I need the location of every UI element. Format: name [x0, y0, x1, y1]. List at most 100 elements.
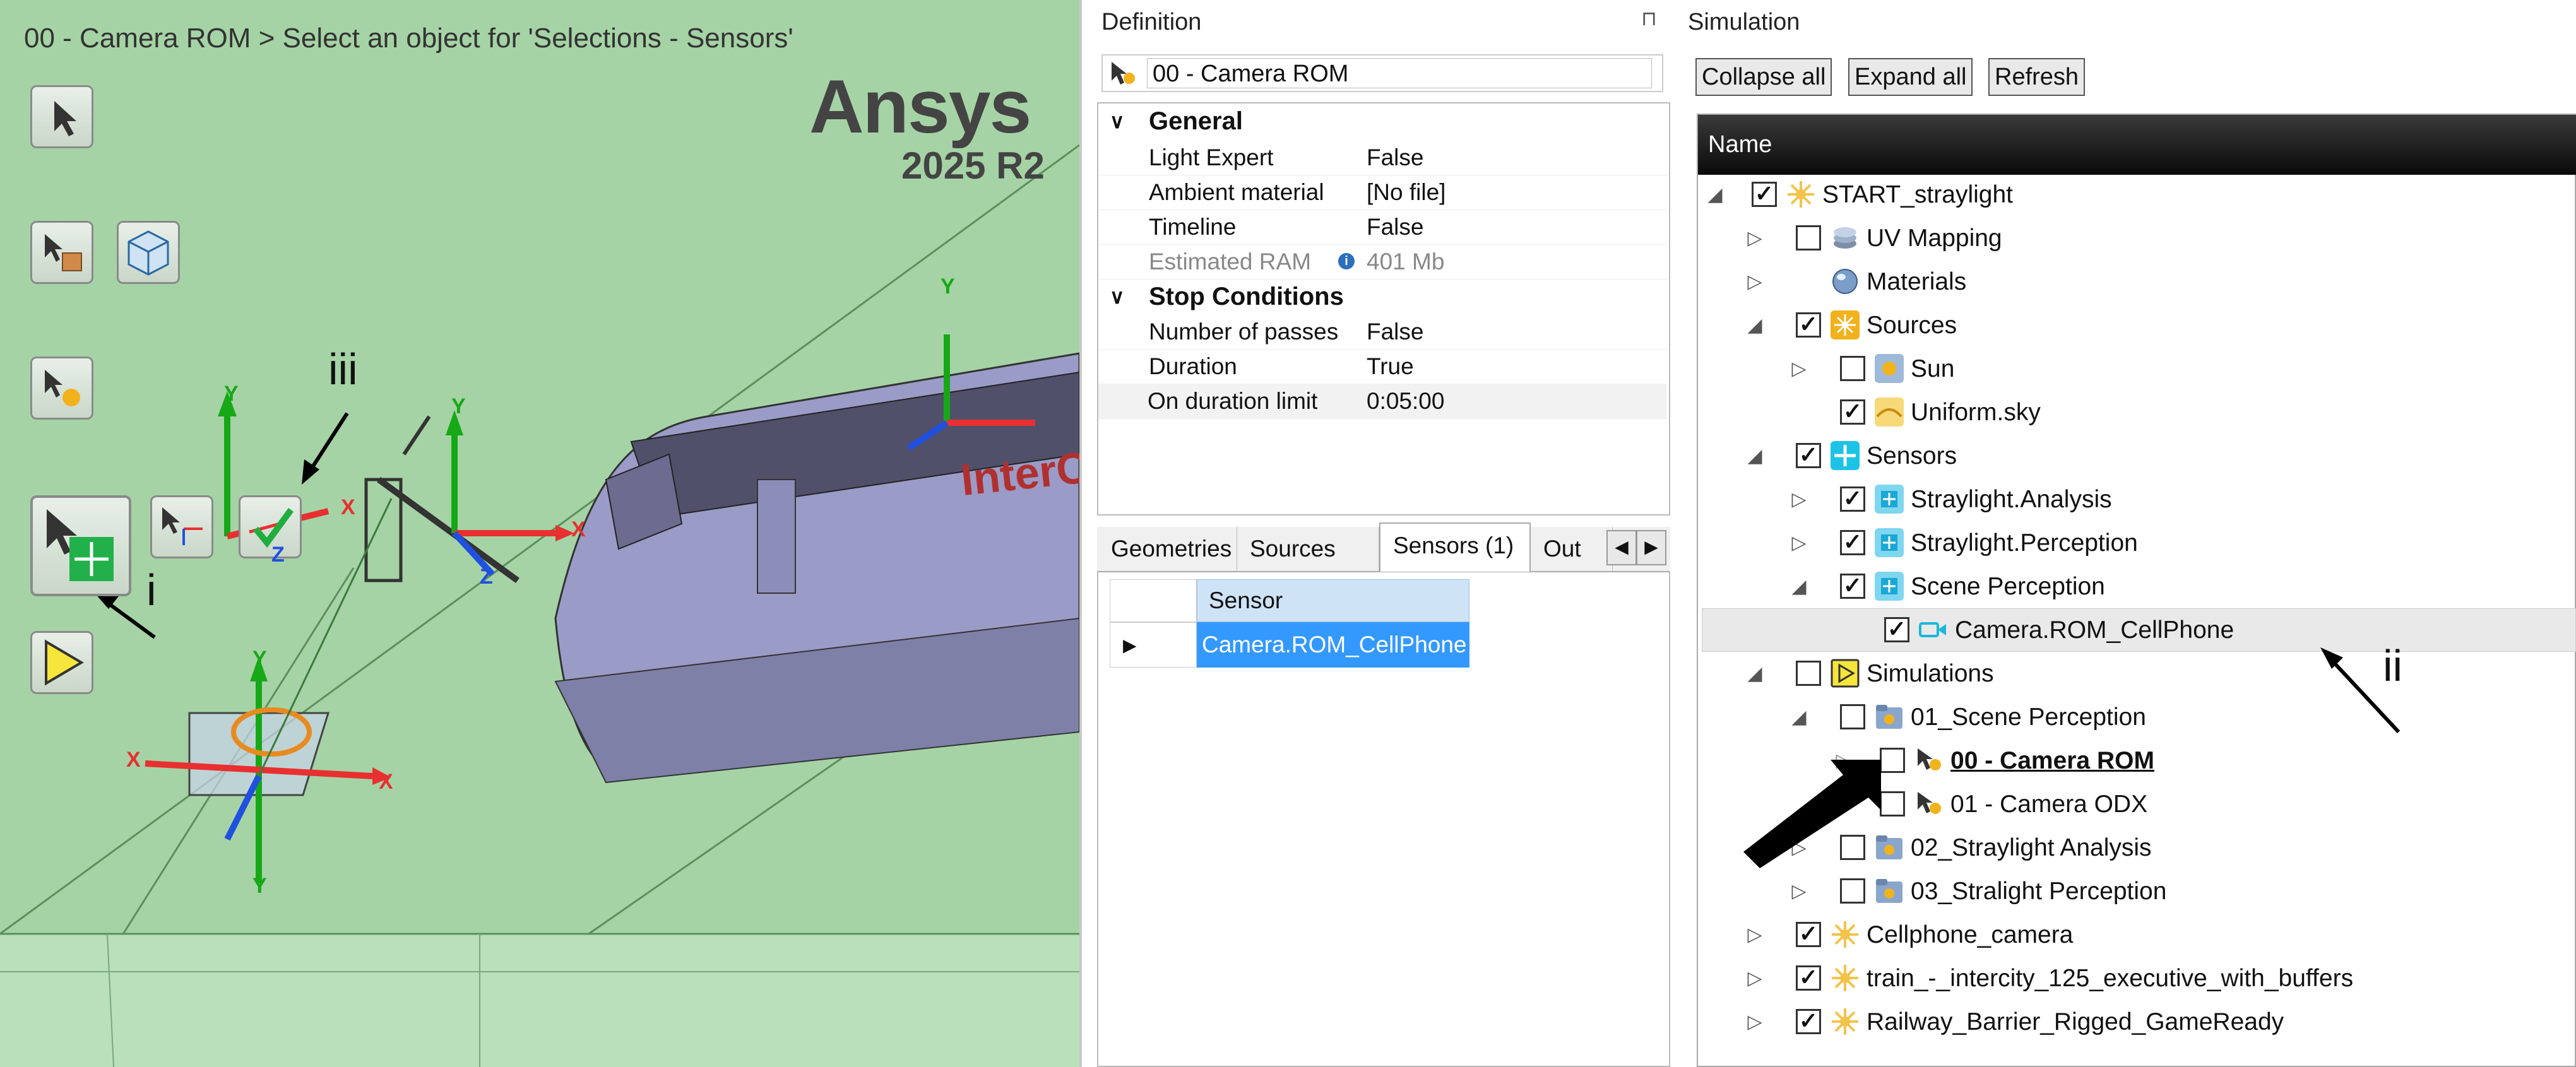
- tab-geometries[interactable]: Geometries: [1098, 527, 1237, 571]
- property-value[interactable]: True: [1367, 349, 1414, 384]
- checkbox-checked-icon[interactable]: ✓: [1796, 443, 1821, 468]
- tree-item-label: Sensors: [1867, 442, 1957, 469]
- light-star-icon: [1832, 965, 1858, 991]
- tab-output[interactable]: Out pa: [1531, 527, 1613, 571]
- tree-item-scene-perception[interactable]: ◢ ✓ Scene Perception: [1698, 565, 2576, 608]
- expand-collapse-icon[interactable]: ▷: [1745, 957, 1764, 1000]
- checkbox-checked-icon[interactable]: ✓: [1796, 922, 1821, 947]
- checkbox-checked-icon[interactable]: ✓: [1796, 1009, 1821, 1034]
- gizmo-x-label: X: [571, 517, 586, 541]
- definition-name-bar: 00 - Camera ROM: [1101, 54, 1663, 92]
- gizmo-z-label: Z: [480, 565, 493, 589]
- simulation-panel-title: Simulation: [1688, 9, 1800, 35]
- sensor-icon: [1875, 572, 1904, 601]
- tree-item-sensors[interactable]: ◢ ✓ Sensors: [1698, 434, 2576, 478]
- expand-collapse-icon[interactable]: ▷: [1745, 260, 1764, 304]
- grid-header-sensor[interactable]: Sensor: [1197, 579, 1469, 622]
- sensor-icon: [1875, 485, 1904, 514]
- tree-column-header[interactable]: Name: [1698, 115, 2576, 175]
- collapse-all-button[interactable]: Collapse all: [1695, 58, 1832, 96]
- property-value[interactable]: 0:05:00: [1367, 384, 1444, 418]
- grid-cell-sensor[interactable]: Camera.ROM_CellPhone: [1197, 622, 1469, 668]
- tab-sensors[interactable]: Sensors (1): [1379, 522, 1531, 572]
- checkbox-checked-icon[interactable]: ✓: [1840, 574, 1865, 599]
- property-value[interactable]: False: [1367, 314, 1423, 349]
- checkbox-checked-icon[interactable]: ✓: [1752, 182, 1777, 207]
- expand-collapse-icon[interactable]: ◢: [1706, 173, 1724, 216]
- tree-item-start-straylight[interactable]: ◢ ✓ START_straylight: [1698, 173, 2576, 216]
- property-key: On duration limit: [1148, 388, 1318, 414]
- tree-item-sun[interactable]: ▷ Sun: [1698, 347, 2576, 391]
- select-geometry-button[interactable]: [30, 221, 93, 284]
- tab-scroll-right-icon[interactable]: ▶: [1636, 530, 1666, 565]
- definition-panel-title: Definition: [1101, 9, 1202, 35]
- tree-item-sources[interactable]: ◢ ✓ Sources: [1698, 304, 2576, 347]
- tree-item-label: Straylight.Perception: [1911, 529, 2138, 557]
- light-star-icon: [1832, 1008, 1858, 1035]
- refresh-button[interactable]: Refresh: [1988, 58, 2086, 96]
- expand-collapse-icon[interactable]: ◢: [1745, 434, 1764, 478]
- property-value[interactable]: [No file]: [1367, 175, 1445, 209]
- validate-selection-button[interactable]: [239, 495, 302, 558]
- tree-item-label: UV Mapping: [1867, 225, 2002, 252]
- tree-item-uniform-sky[interactable]: ✓ Uniform.sky: [1698, 391, 2576, 434]
- checkbox-checked-icon[interactable]: ✓: [1796, 965, 1821, 991]
- checkbox-unchecked-icon[interactable]: [1796, 225, 1821, 251]
- tree-item-label: Uniform.sky: [1911, 399, 2041, 426]
- expand-collapse-icon[interactable]: ▷: [1745, 1000, 1764, 1044]
- property-value[interactable]: False: [1367, 140, 1423, 175]
- select-sensor-button[interactable]: [30, 495, 131, 596]
- property-row[interactable]: Ambient material [No file]: [1098, 175, 1666, 210]
- expand-collapse-icon[interactable]: ▷: [1790, 347, 1808, 391]
- expand-all-button[interactable]: Expand all: [1848, 58, 1973, 96]
- expand-collapse-icon[interactable]: ▷: [1790, 478, 1808, 521]
- row-selector-icon[interactable]: ▶: [1110, 622, 1197, 668]
- sensor-icon: [1875, 528, 1904, 557]
- property-key: Duration: [1149, 353, 1237, 379]
- tree-item-straylight-analysis[interactable]: ▷ ✓ Straylight.Analysis: [1698, 478, 2576, 521]
- checkbox-checked-icon[interactable]: ✓: [1840, 486, 1865, 512]
- tree-item-cellphone-camera[interactable]: ▷ ✓ Cellphone_camera: [1698, 913, 2576, 957]
- expand-collapse-icon[interactable]: ◢: [1790, 565, 1808, 608]
- section-general[interactable]: ∨ General: [1098, 103, 1666, 139]
- tree-item-materials[interactable]: ▷ Materials: [1698, 260, 2576, 304]
- chevron-down-icon: ∨: [1110, 285, 1125, 308]
- pin-icon[interactable]: ⊓: [1641, 6, 1657, 30]
- checkbox-checked-icon[interactable]: ✓: [1840, 399, 1865, 425]
- select-pointer-button[interactable]: [30, 85, 93, 148]
- simulation-icon: [1112, 62, 1135, 85]
- tab-sources[interactable]: Sources (1): [1237, 527, 1379, 606]
- property-key: Light Expert: [1149, 144, 1274, 170]
- property-row[interactable]: Number of passes False: [1098, 314, 1666, 350]
- property-row[interactable]: Duration True: [1098, 349, 1666, 384]
- select-body-button[interactable]: [117, 221, 180, 284]
- property-row[interactable]: Timeline False: [1098, 209, 1666, 245]
- checkbox-checked-icon[interactable]: ✓: [1840, 530, 1865, 555]
- cursor-source-icon: [45, 370, 80, 406]
- property-value[interactable]: False: [1367, 209, 1423, 244]
- property-row[interactable]: Light Expert False: [1098, 140, 1666, 175]
- viewport-status-title: 00 - Camera ROM > Select an object for '…: [24, 23, 793, 54]
- cursor-icon: [54, 101, 76, 136]
- run-simulation-button[interactable]: [30, 631, 93, 694]
- tree-item-train[interactable]: ▷ ✓ train_-_intercity_125_executive_with…: [1698, 957, 2576, 1000]
- tree-item-label: START_straylight: [1822, 181, 2013, 208]
- tree-item-straylight-perception[interactable]: ▷ ✓ Straylight.Perception: [1698, 521, 2576, 565]
- section-stop-conditions[interactable]: ∨ Stop Conditions: [1098, 279, 1666, 314]
- tree-item-uv-mapping[interactable]: ▷ UV Mapping: [1698, 216, 2576, 260]
- tab-scroll-left-icon[interactable]: ◀: [1606, 530, 1637, 565]
- tree-item-railway-barrier[interactable]: ▷ ✓ Railway_Barrier_Rigged_GameReady: [1698, 1000, 2576, 1044]
- checkbox-checked-icon[interactable]: ✓: [1796, 312, 1821, 338]
- cursor-axis-icon: [162, 507, 203, 545]
- expand-collapse-icon[interactable]: ▷: [1790, 521, 1808, 565]
- select-source-button[interactable]: [30, 357, 93, 420]
- property-key: Timeline: [1149, 214, 1237, 240]
- axis-select-button[interactable]: [150, 495, 213, 558]
- checkbox-unchecked-icon[interactable]: [1840, 356, 1865, 381]
- expand-collapse-icon[interactable]: ◢: [1745, 304, 1764, 347]
- property-row[interactable]: On duration limit 0:05:00: [1098, 384, 1666, 419]
- 3d-viewport[interactable]: InterC 00 - Camera ROM > Select an objec…: [0, 0, 1082, 1067]
- expand-collapse-icon[interactable]: ▷: [1745, 216, 1764, 260]
- expand-collapse-icon[interactable]: ▷: [1745, 913, 1764, 957]
- definition-name-input[interactable]: 00 - Camera ROM: [1147, 58, 1652, 88]
